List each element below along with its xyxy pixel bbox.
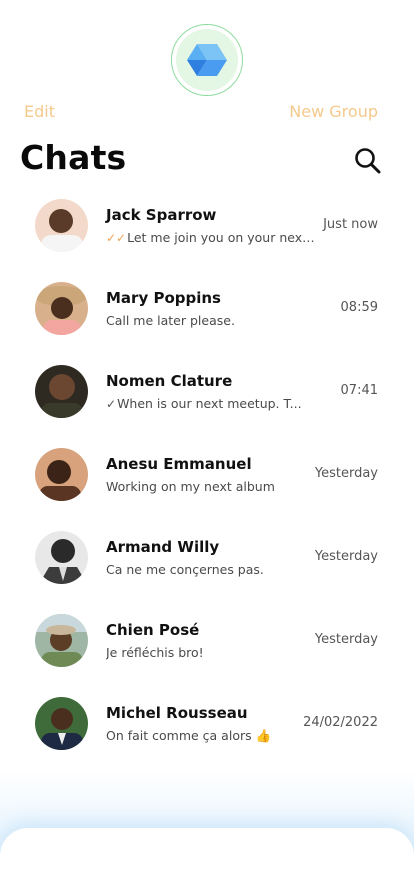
chat-last-message: ✓When is our next meetup. T... [106,396,302,411]
check-icon: ✓ [106,397,117,411]
chat-name: Michel Rousseau [106,704,248,722]
avatar [35,614,88,667]
chat-time: Yesterday [314,632,378,647]
chat-name: Jack Sparrow [106,206,217,224]
chat-name: Nomen Clature [106,372,233,390]
chat-row-jack-sparrow[interactable]: Jack Sparrow ✓✓Let me join you on your n… [0,194,414,277]
chat-row-anesu-emmanuel[interactable]: Anesu Emmanuel Working on my next album … [0,443,414,526]
avatar [35,282,88,335]
chat-row-armand-willy[interactable]: Armand Willy Ca ne me conçernes pas. Yes… [0,526,414,609]
new-group-button[interactable]: New Group [289,102,378,121]
bottom-sheet[interactable] [0,828,414,896]
chat-last-message: On fait comme ça alors 👍 [106,728,272,743]
chat-name: Mary Poppins [106,289,221,307]
chat-time: 08:59 [340,300,378,315]
chat-row-michel-rousseau[interactable]: Michel Rousseau On fait comme ça alors 👍… [0,692,414,775]
avatar [35,199,88,252]
avatar [35,448,88,501]
chat-time: 24/02/2022 [303,715,378,730]
chat-row-nomen-clature[interactable]: Nomen Clature ✓When is our next meetup. … [0,360,414,443]
avatar [35,697,88,750]
chat-time: Just now [323,217,378,232]
chat-time: 07:41 [340,383,378,398]
app-logo [171,24,243,96]
chat-last-message: Ca ne me conçernes pas. [106,562,264,577]
chat-last-message: ✓✓Let me join you on your next... [106,230,318,245]
avatar [35,531,88,584]
chat-time: Yesterday [314,549,378,564]
page-title: Chats [20,138,127,177]
chat-time: Yesterday [314,466,378,481]
search-icon [355,148,381,174]
chat-last-message: Call me later please. [106,313,235,328]
avatar [35,365,88,418]
chat-name: Anesu Emmanuel [106,455,252,473]
chat-name: Armand Willy [106,538,220,556]
chat-list: Jack Sparrow ✓✓Let me join you on your n… [0,194,414,775]
chat-last-message: Working on my next album [106,479,275,494]
chat-row-chien-pose[interactable]: Chien Posé Je réfléchis bro! Yesterday [0,609,414,692]
edit-button[interactable]: Edit [24,102,55,121]
search-button[interactable] [353,146,383,176]
double-check-icon: ✓✓ [106,231,127,245]
chat-name: Chien Posé [106,621,200,639]
cube-logo-icon [187,44,227,76]
chat-row-mary-poppins[interactable]: Mary Poppins Call me later please. 08:59 [0,277,414,360]
chat-last-message: Je réfléchis bro! [106,645,204,660]
